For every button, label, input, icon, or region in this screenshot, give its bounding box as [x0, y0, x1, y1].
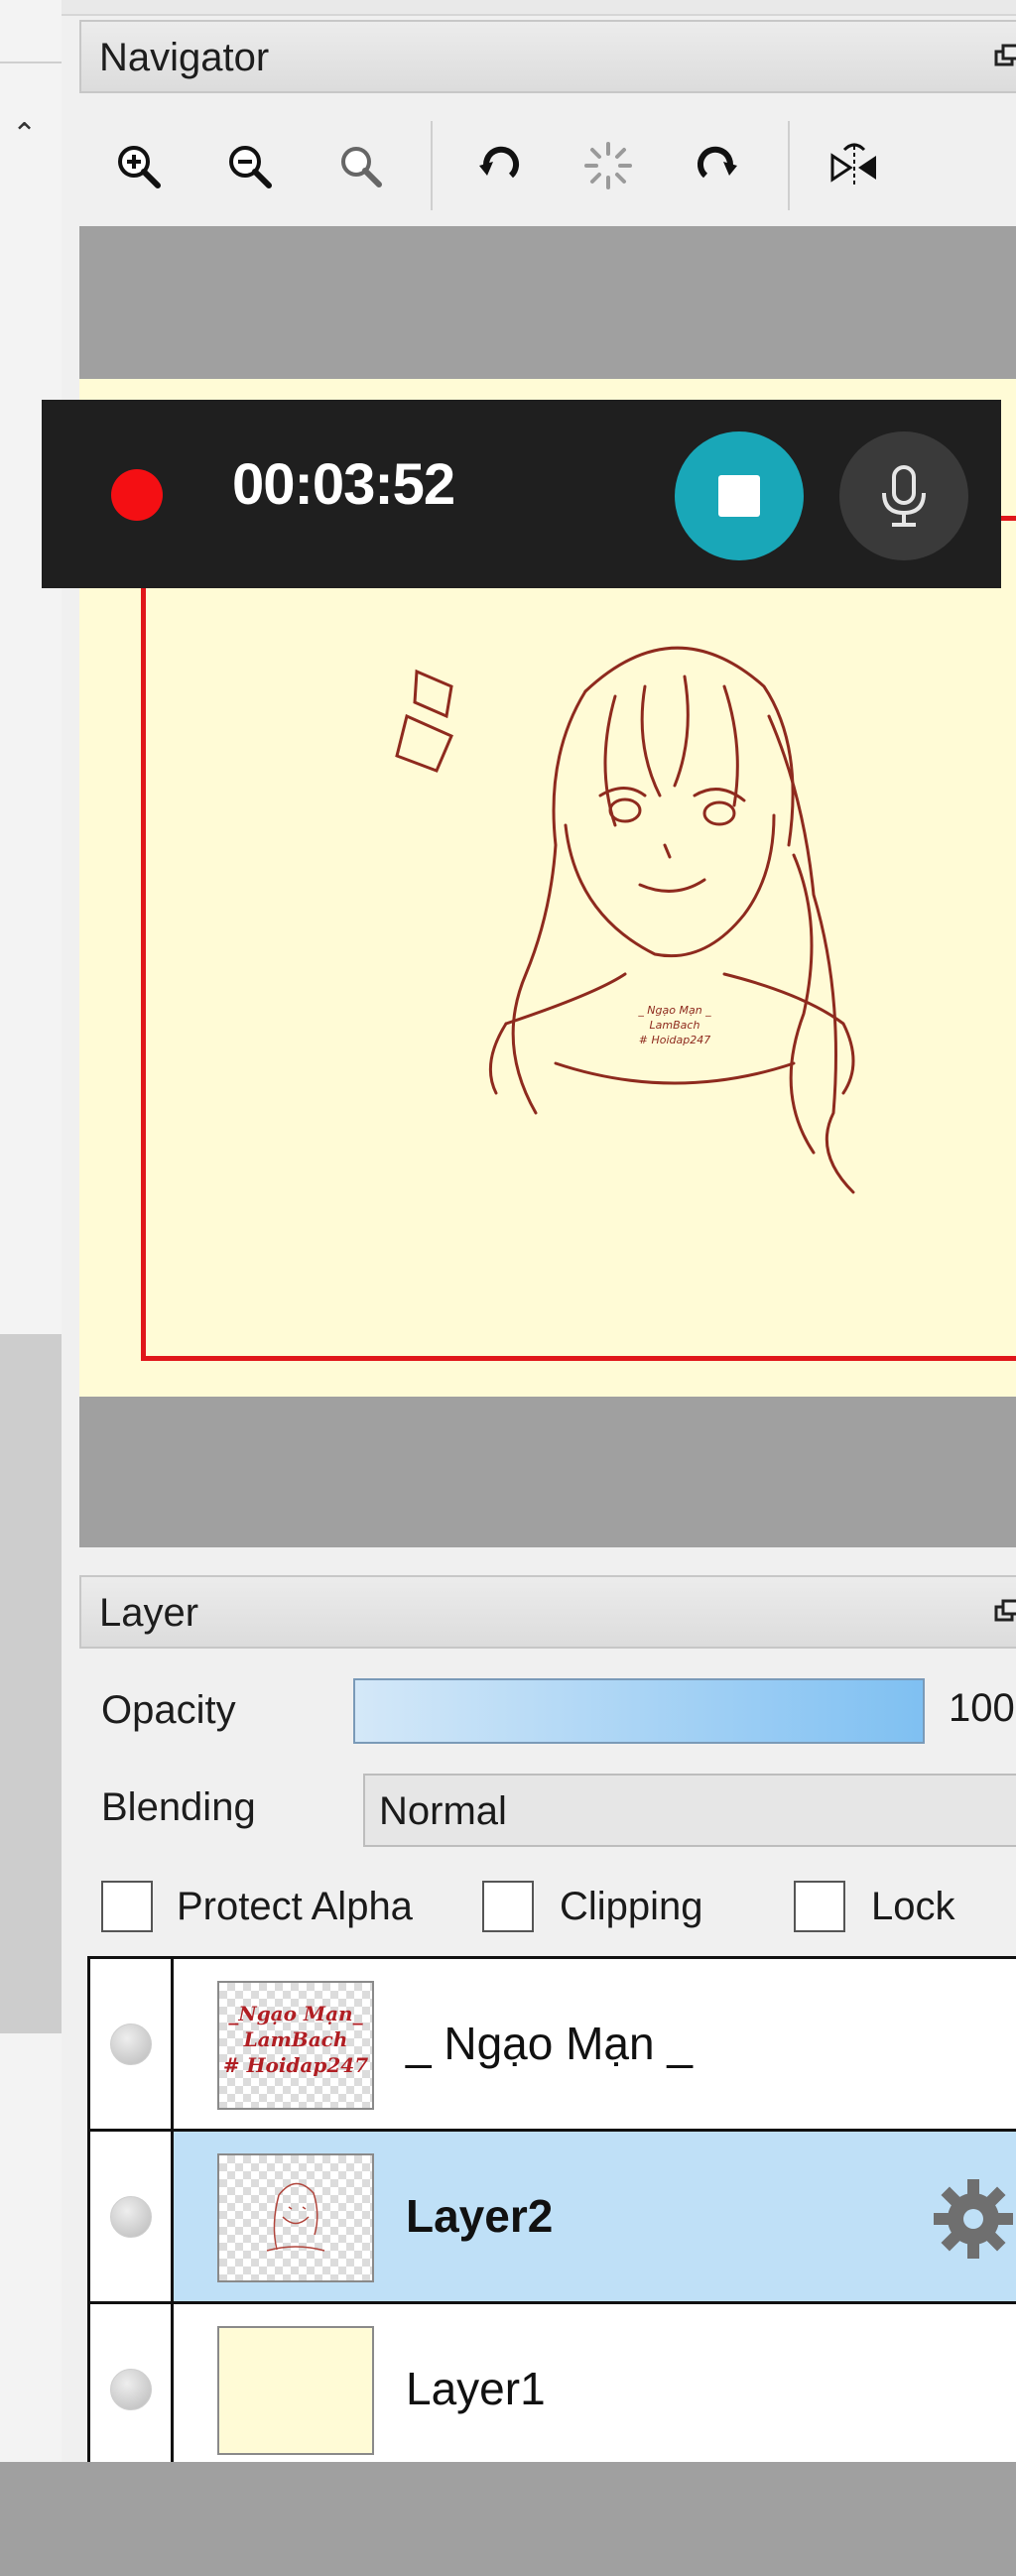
zoom-in-icon[interactable]	[103, 131, 173, 200]
navigator-toolbar	[79, 111, 1016, 228]
opacity-slider[interactable]	[353, 1678, 925, 1744]
layer-row[interactable]: _Ngạo Mạn_ LamBach # Hoidap247 _ Ngạo Mạn …	[90, 1959, 1016, 2132]
zoom-reset-icon[interactable]	[325, 131, 395, 200]
microphone-icon	[882, 465, 926, 527]
navigator-header[interactable]: Navigator	[79, 20, 1016, 93]
recording-indicator	[111, 469, 163, 521]
layer-name: Layer2	[406, 2190, 554, 2242]
protect-alpha-checkbox[interactable]	[101, 1881, 153, 1932]
gear-icon[interactable]	[930, 2175, 1016, 2263]
opacity-label: Opacity	[101, 1688, 236, 1732]
protect-alpha-label: Protect Alpha	[177, 1885, 413, 1928]
layer-thumbnail: _Ngạo Mạn_ LamBach # Hoidap247	[217, 1981, 374, 2110]
visibility-toggle[interactable]	[90, 2304, 174, 2474]
layer-list: _Ngạo Mạn_ LamBach # Hoidap247 _ Ngạo Mạn …	[87, 1956, 1016, 2477]
rotate-left-icon[interactable]	[464, 131, 534, 200]
layer-thumbnail	[217, 2153, 374, 2282]
artwork-sketch: _ Ngạo Mạn _ LamBach # Hoidap247	[395, 646, 855, 1194]
lock-checkbox[interactable]	[794, 1881, 845, 1932]
flip-horizontal-icon[interactable]	[820, 131, 889, 200]
opacity-value: 100	[949, 1686, 1015, 1730]
visibility-dot-icon	[109, 2368, 152, 2410]
thumbnail-text: _Ngạo Mạn_ LamBach # Hoidap247	[222, 2002, 369, 2077]
zoom-out-icon[interactable]	[214, 131, 284, 200]
layer-name: _ Ngạo Mạn _	[406, 2018, 693, 2069]
left-panel-header	[0, 18, 62, 63]
layer-name: Layer1	[406, 2363, 546, 2414]
blending-value: Normal	[379, 1789, 507, 1833]
collapse-caret-icon[interactable]: ⌃	[12, 117, 37, 152]
blending-label: Blending	[101, 1785, 256, 1829]
stop-icon	[718, 475, 760, 517]
layer-panel-header[interactable]: Layer	[79, 1575, 1016, 1649]
stop-recording-button[interactable]	[675, 431, 804, 560]
screen-recorder-bar: 00:03:52	[42, 400, 1001, 588]
rotate-reset-icon[interactable]	[573, 131, 643, 200]
visibility-dot-icon	[109, 2023, 152, 2065]
layer-row-selected[interactable]: Layer2	[90, 2132, 1016, 2304]
svg-text:# Hoidap247: # Hoidap247	[639, 1034, 710, 1046]
layer-list-empty-area	[0, 2462, 1016, 2576]
navigator-title: Navigator	[99, 36, 270, 79]
layer-thumbnail	[217, 2326, 374, 2455]
recording-timer: 00:03:52	[232, 452, 455, 517]
float-panel-icon[interactable]	[994, 44, 1016, 67]
thumbnail-sketch	[266, 2182, 325, 2252]
microphone-button[interactable]	[839, 431, 968, 560]
layer-row[interactable]: Layer1	[90, 2304, 1016, 2477]
top-border	[62, 0, 1016, 16]
lock-label: Lock	[871, 1885, 955, 1928]
left-scrollbar[interactable]	[0, 1334, 62, 2033]
float-panel-icon[interactable]	[994, 1599, 1016, 1623]
svg-text:LamBach: LamBach	[650, 1019, 700, 1032]
toolbar-separator	[788, 121, 790, 210]
left-panel-strip	[0, 0, 62, 2576]
visibility-toggle[interactable]	[90, 2132, 174, 2301]
rotate-right-icon[interactable]	[683, 131, 752, 200]
toolbar-separator	[431, 121, 433, 210]
visibility-toggle[interactable]	[90, 1959, 174, 2129]
svg-text:_ Ngạo Mạn _: _ Ngạo Mạn _	[637, 1004, 711, 1017]
clipping-label: Clipping	[560, 1885, 703, 1928]
visibility-dot-icon	[109, 2195, 152, 2238]
layer-panel-title: Layer	[99, 1591, 199, 1635]
clipping-checkbox[interactable]	[482, 1881, 534, 1932]
layer-panel: Opacity 100 Blending Normal Protect Alph…	[79, 1649, 1016, 2576]
blending-select[interactable]: Normal	[363, 1774, 1016, 1847]
